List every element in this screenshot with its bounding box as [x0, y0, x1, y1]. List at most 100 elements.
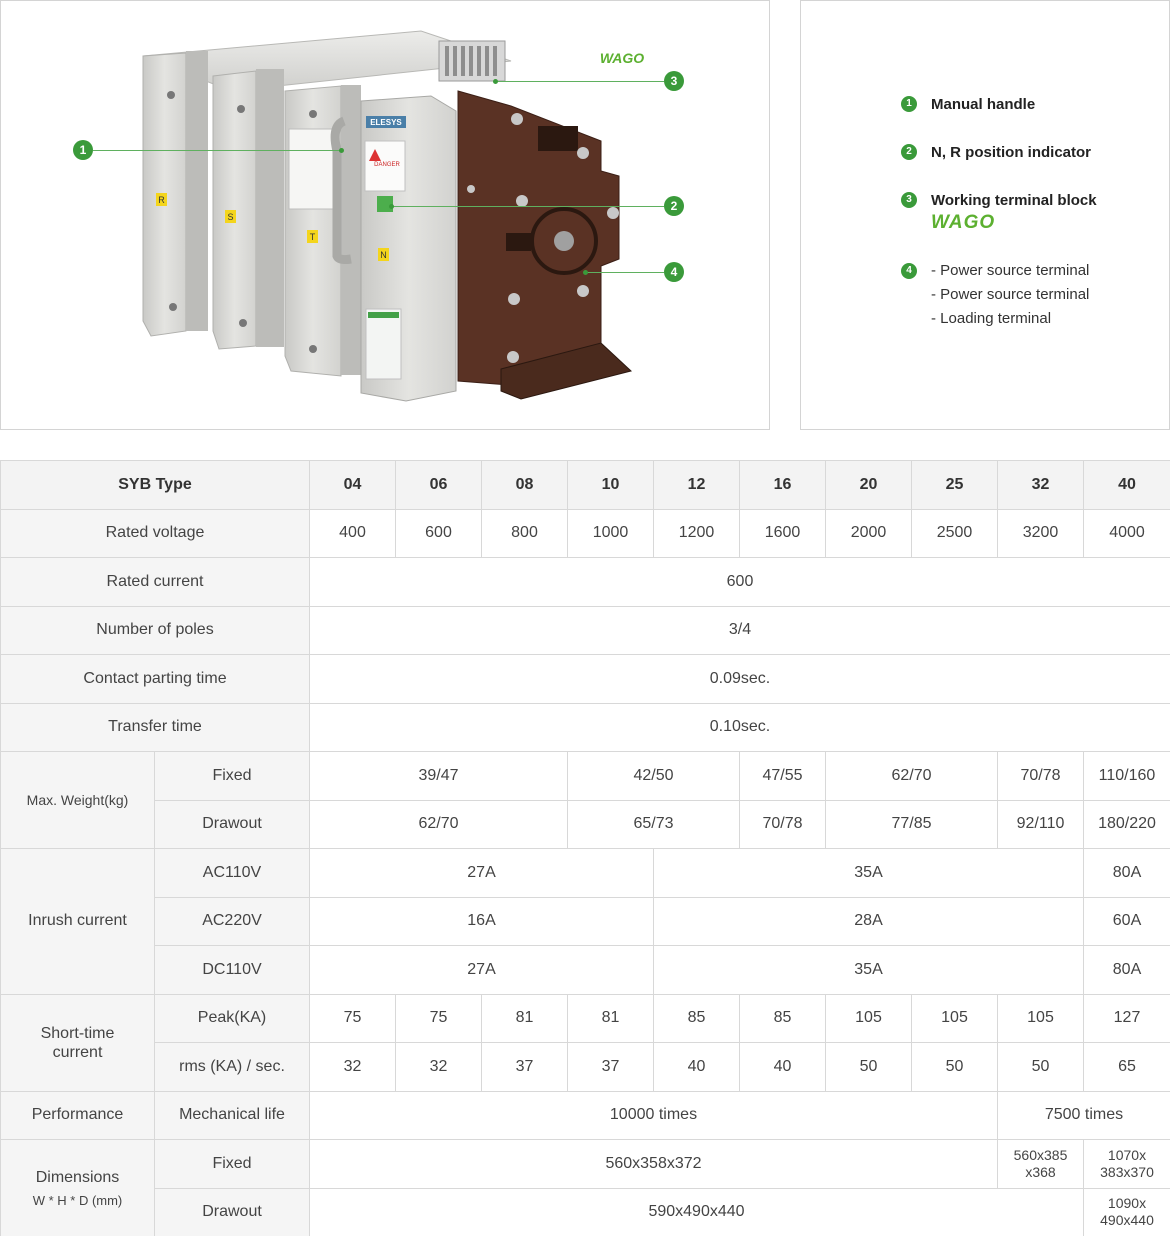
table-row: DC110V 27A 35A 80A [1, 945, 1170, 995]
table-cell: 105 [997, 993, 1084, 1043]
legend-number-3: 3 [901, 192, 917, 208]
legend-loading-terminal: - Loading terminal [931, 310, 1052, 327]
callout-line-4 [585, 272, 664, 273]
row-label-inrush-current: Inrush current [0, 848, 155, 995]
table-cell: 85 [739, 993, 826, 1043]
callout-line-1 [93, 150, 341, 151]
callout-marker-2: 2 [664, 196, 684, 216]
legend-item-4: 4 - Power source terminal - Power source… [901, 259, 1089, 331]
table-cell: 85 [653, 993, 740, 1043]
table-cell: 60A [1083, 896, 1170, 946]
table-cell: 39/47 [309, 751, 568, 801]
phase-s-label: S [227, 212, 233, 222]
spec-table: SYB Type 04 06 08 10 12 16 20 25 32 40 R… [0, 460, 1170, 1236]
table-cell: 47/55 [739, 751, 826, 801]
table-row: Max. Weight(kg) Fixed 39/47 42/50 47/55 … [0, 751, 1170, 849]
table-cell: 80A [1083, 945, 1170, 995]
table-cell: 35A [653, 945, 1084, 995]
table-cell: 81 [567, 993, 654, 1043]
table-row: Number of poles 3/4 [0, 605, 1170, 655]
table-cell: 180/220 [1083, 799, 1170, 849]
table-row: AC220V 16A 28A 60A [1, 896, 1170, 946]
legend-panel: 1 Manual handle 2 N, R position indicato… [800, 0, 1170, 430]
header-type: 40 [1083, 460, 1170, 510]
legend-wago-logo: WAGO [931, 212, 996, 233]
table-header-row: SYB Type 04 06 08 10 12 16 20 25 32 40 [0, 460, 1170, 510]
table-cell: 800 [481, 508, 568, 558]
table-cell: 2500 [911, 508, 998, 558]
short-time-label-line2: current [52, 1043, 103, 1061]
row-sublabel-fixed: Fixed [154, 751, 310, 801]
dimension-line: x368 [1025, 1163, 1056, 1180]
table-cell: 0.09sec. [309, 654, 1170, 704]
table-cell: 37 [567, 1042, 654, 1092]
table-cell: 3200 [997, 508, 1084, 558]
table-cell: 105 [825, 993, 912, 1043]
callout-line-2 [391, 206, 664, 207]
dimension-line: 560x385 [1013, 1146, 1068, 1163]
table-cell: 81 [481, 993, 568, 1043]
table-cell: 42/50 [567, 751, 740, 801]
short-time-label-line1: Short-time [40, 1024, 115, 1042]
header-type: 12 [653, 460, 740, 510]
legend-label-terminal-block: Working terminal block [931, 192, 1097, 209]
dimensions-unit-label: W * H * D (mm) [32, 1192, 123, 1208]
row-sublabel-dc110v: DC110V [154, 945, 310, 995]
table-cell: 70/78 [739, 799, 826, 849]
table-row: Performance Mechanical life 10000 times … [0, 1090, 1170, 1140]
table-row: Inrush current AC110V 27A 35A 80A [0, 848, 1170, 995]
table-cell: 1600 [739, 508, 826, 558]
table-row: Drawout 62/70 65/73 70/78 77/85 92/110 1… [1, 799, 1170, 849]
table-row: Short-time current Peak(KA) 75 75 81 81 … [0, 993, 1170, 1092]
table-cell: 37 [481, 1042, 568, 1092]
row-label-rated-current: Rated current [0, 557, 310, 607]
callout-line-3 [495, 81, 664, 82]
row-label-transfer-time: Transfer time [0, 702, 310, 752]
header-syb-type: SYB Type [0, 460, 310, 510]
danger-label: DANGER [374, 162, 400, 168]
table-cell: 16A [309, 896, 654, 946]
table-row: Rated voltage 400 600 800 1000 1200 1600… [0, 508, 1170, 558]
dimension-line: 1070x [1107, 1146, 1147, 1163]
transfer-switch-illustration: R S T N ELESYS DANGER WAGO [142, 30, 644, 402]
table-cell: 0.10sec. [309, 702, 1170, 752]
legend-number-4: 4 [901, 263, 917, 279]
table-cell: 400 [309, 508, 396, 558]
table-cell: 62/70 [825, 751, 998, 801]
legend-label-position-indicator: N, R position indicator [931, 144, 1091, 161]
table-cell: 105 [911, 993, 998, 1043]
table-cell: 127 [1083, 993, 1170, 1043]
elesys-badge: ELESYS [370, 118, 402, 127]
legend-number-1: 1 [901, 96, 917, 112]
row-sublabel-ac220v: AC220V [154, 896, 310, 946]
table-cell: 10000 times [309, 1090, 998, 1140]
row-sublabel-drawout: Drawout [154, 799, 310, 849]
table-cell: 40 [739, 1042, 826, 1092]
row-sublabel-drawout: Drawout [154, 1187, 310, 1236]
row-sublabel-peak: Peak(KA) [154, 993, 310, 1043]
dimension-line: 490x440 [1100, 1212, 1154, 1229]
callout-dot-1 [339, 148, 344, 153]
row-label-performance: Performance [0, 1090, 155, 1140]
wago-logo: WAGO [600, 50, 644, 66]
legend-number-2: 2 [901, 144, 917, 160]
table-cell: 62/70 [309, 799, 568, 849]
row-label-short-time-current: Short-time current [0, 993, 155, 1092]
dimension-line: 383x370 [1100, 1163, 1154, 1180]
table-cell: 600 [395, 508, 482, 558]
dimension-line: 1090x [1107, 1195, 1147, 1212]
table-row: Contact parting time 0.09sec. [0, 654, 1170, 704]
callout-dot-4 [583, 270, 588, 275]
table-row: Dimensions W * H * D (mm) Fixed 560x358x… [0, 1139, 1170, 1236]
legend-label-manual-handle: Manual handle [931, 96, 1036, 113]
row-label-rated-voltage: Rated voltage [0, 508, 310, 558]
table-cell: 27A [309, 945, 654, 995]
table-cell: 80A [1083, 848, 1170, 898]
table-cell: 50 [911, 1042, 998, 1092]
table-cell: 110/160 [1083, 751, 1170, 801]
row-sublabel-fixed: Fixed [154, 1139, 310, 1189]
row-sublabel-mechanical-life: Mechanical life [154, 1090, 310, 1140]
header-type: 16 [739, 460, 826, 510]
table-row: Drawout 590x490x440 1090x 490x440 [1, 1187, 1170, 1236]
table-cell: 590x490x440 [309, 1187, 1084, 1236]
